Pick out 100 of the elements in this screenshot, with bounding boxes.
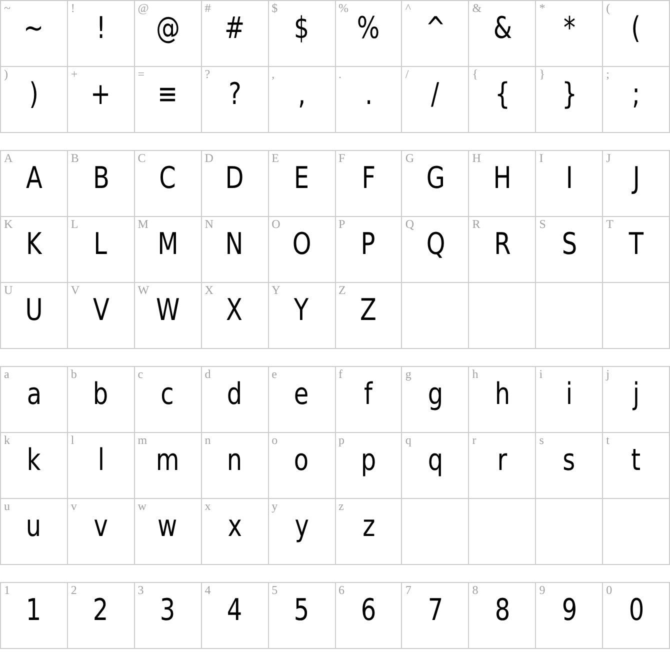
glyph-sample: w <box>158 509 178 545</box>
character-label: u <box>4 500 10 513</box>
glyph-sample: z <box>362 509 375 545</box>
glyph-sample: ! <box>96 11 106 47</box>
glyph-sample: J <box>632 161 640 197</box>
glyph-sample: g <box>428 377 443 413</box>
glyph-sample: 1 <box>26 593 42 629</box>
character-label: ( <box>606 2 610 15</box>
glyph-sample: X <box>226 293 243 329</box>
glyph-sample: Y <box>294 293 309 329</box>
character-label: 3 <box>138 584 144 597</box>
glyph-sample: H <box>493 161 512 197</box>
glyph-sample: # <box>224 11 245 47</box>
character-label: ? <box>204 68 210 81</box>
glyph-sample: . <box>364 77 372 113</box>
glyph-sample: p <box>360 443 376 479</box>
character-label: X <box>204 284 214 297</box>
character-label: K <box>4 218 13 231</box>
glyph-sample: o <box>294 443 309 479</box>
character-label: C <box>138 152 146 165</box>
character-label: e <box>272 368 277 381</box>
character-label: k <box>4 434 10 447</box>
glyph-sample: 9 <box>562 593 577 629</box>
glyph-sample: O <box>292 227 311 263</box>
glyph-sample: b <box>93 377 108 413</box>
glyph-sample: u <box>26 509 42 545</box>
glyph-sample: t <box>631 443 641 479</box>
character-label: i <box>539 368 543 381</box>
glyph-sample: d <box>227 377 242 413</box>
character-label: U <box>4 284 13 297</box>
glyph-sample: 5 <box>294 593 310 629</box>
character-label: = <box>138 68 145 81</box>
character-label: # <box>204 2 211 15</box>
character-label: n <box>204 434 211 447</box>
glyph-sample: Q <box>426 227 445 263</box>
character-label: x <box>204 500 211 513</box>
glyph-sample: R <box>494 227 511 263</box>
glyph-sample: q <box>428 443 443 479</box>
character-label: / <box>405 68 409 81</box>
glyph-sample: } <box>562 77 577 113</box>
glyph-sample: 7 <box>428 593 443 629</box>
glyph-sample: 0 <box>628 593 644 629</box>
character-label: r <box>472 434 476 447</box>
character-label: } <box>539 68 545 81</box>
glyph-sample: ; <box>632 77 640 113</box>
character-label: d <box>204 368 211 381</box>
character-label: @ <box>138 2 149 15</box>
glyph-sample: { <box>494 77 510 113</box>
character-label: s <box>539 434 544 447</box>
character-label: j <box>606 368 610 381</box>
glyph-sample: a <box>26 377 42 413</box>
glyph-sample: I <box>566 161 573 197</box>
character-label: V <box>70 284 80 297</box>
character-label: O <box>272 218 280 231</box>
glyph-sample: + <box>90 77 111 113</box>
glyph-sample: G <box>426 161 445 197</box>
glyph-sample: ^ <box>425 11 446 47</box>
glyph-sample: y <box>294 509 309 545</box>
character-label: M <box>138 218 148 231</box>
glyph-sample: W <box>156 293 180 329</box>
character-label: z <box>338 500 344 513</box>
glyph-sample: ~ <box>24 11 44 47</box>
character-label: t <box>606 434 610 447</box>
character-label: h <box>472 368 478 381</box>
glyph-sample: j <box>632 377 640 413</box>
glyph-sample: , <box>298 77 306 113</box>
character-label: 5 <box>272 584 278 597</box>
glyph-sample: L <box>94 227 108 263</box>
character-label: Z <box>338 284 346 297</box>
character-label: B <box>70 152 79 165</box>
glyph-sample: e <box>294 377 309 413</box>
character-label: a <box>4 368 10 381</box>
glyph-sample: x <box>228 509 242 545</box>
glyph-sample: Z <box>360 293 377 329</box>
character-label: w <box>138 500 146 513</box>
glyph-sample: E <box>294 161 310 197</box>
glyph-sample: c <box>161 377 174 413</box>
glyph-sample: k <box>26 443 41 479</box>
glyph-sample: N <box>226 227 244 263</box>
character-label: 6 <box>338 584 344 597</box>
glyph-sample: @ <box>156 11 180 47</box>
character-label: $ <box>272 2 278 15</box>
character-label: * <box>539 2 546 15</box>
glyph-sample: T <box>628 227 644 263</box>
character-label: & <box>472 2 482 15</box>
glyph-sample: F <box>362 161 376 197</box>
glyph-sample: 6 <box>360 593 376 629</box>
glyph-sample: h <box>494 377 510 413</box>
character-label: + <box>70 68 78 81</box>
glyph-sample: 8 <box>494 593 510 629</box>
glyph-sample: 3 <box>160 593 176 629</box>
character-label: R <box>472 218 480 231</box>
character-label: ; <box>606 68 610 81</box>
character-label: 1 <box>4 584 10 597</box>
character-label: . <box>338 68 342 81</box>
glyph-sample: ( <box>631 11 641 47</box>
glyph-sample: K <box>26 227 42 263</box>
character-label: Q <box>405 218 414 231</box>
glyph-sample: P <box>361 227 376 263</box>
character-label: 9 <box>539 584 546 597</box>
